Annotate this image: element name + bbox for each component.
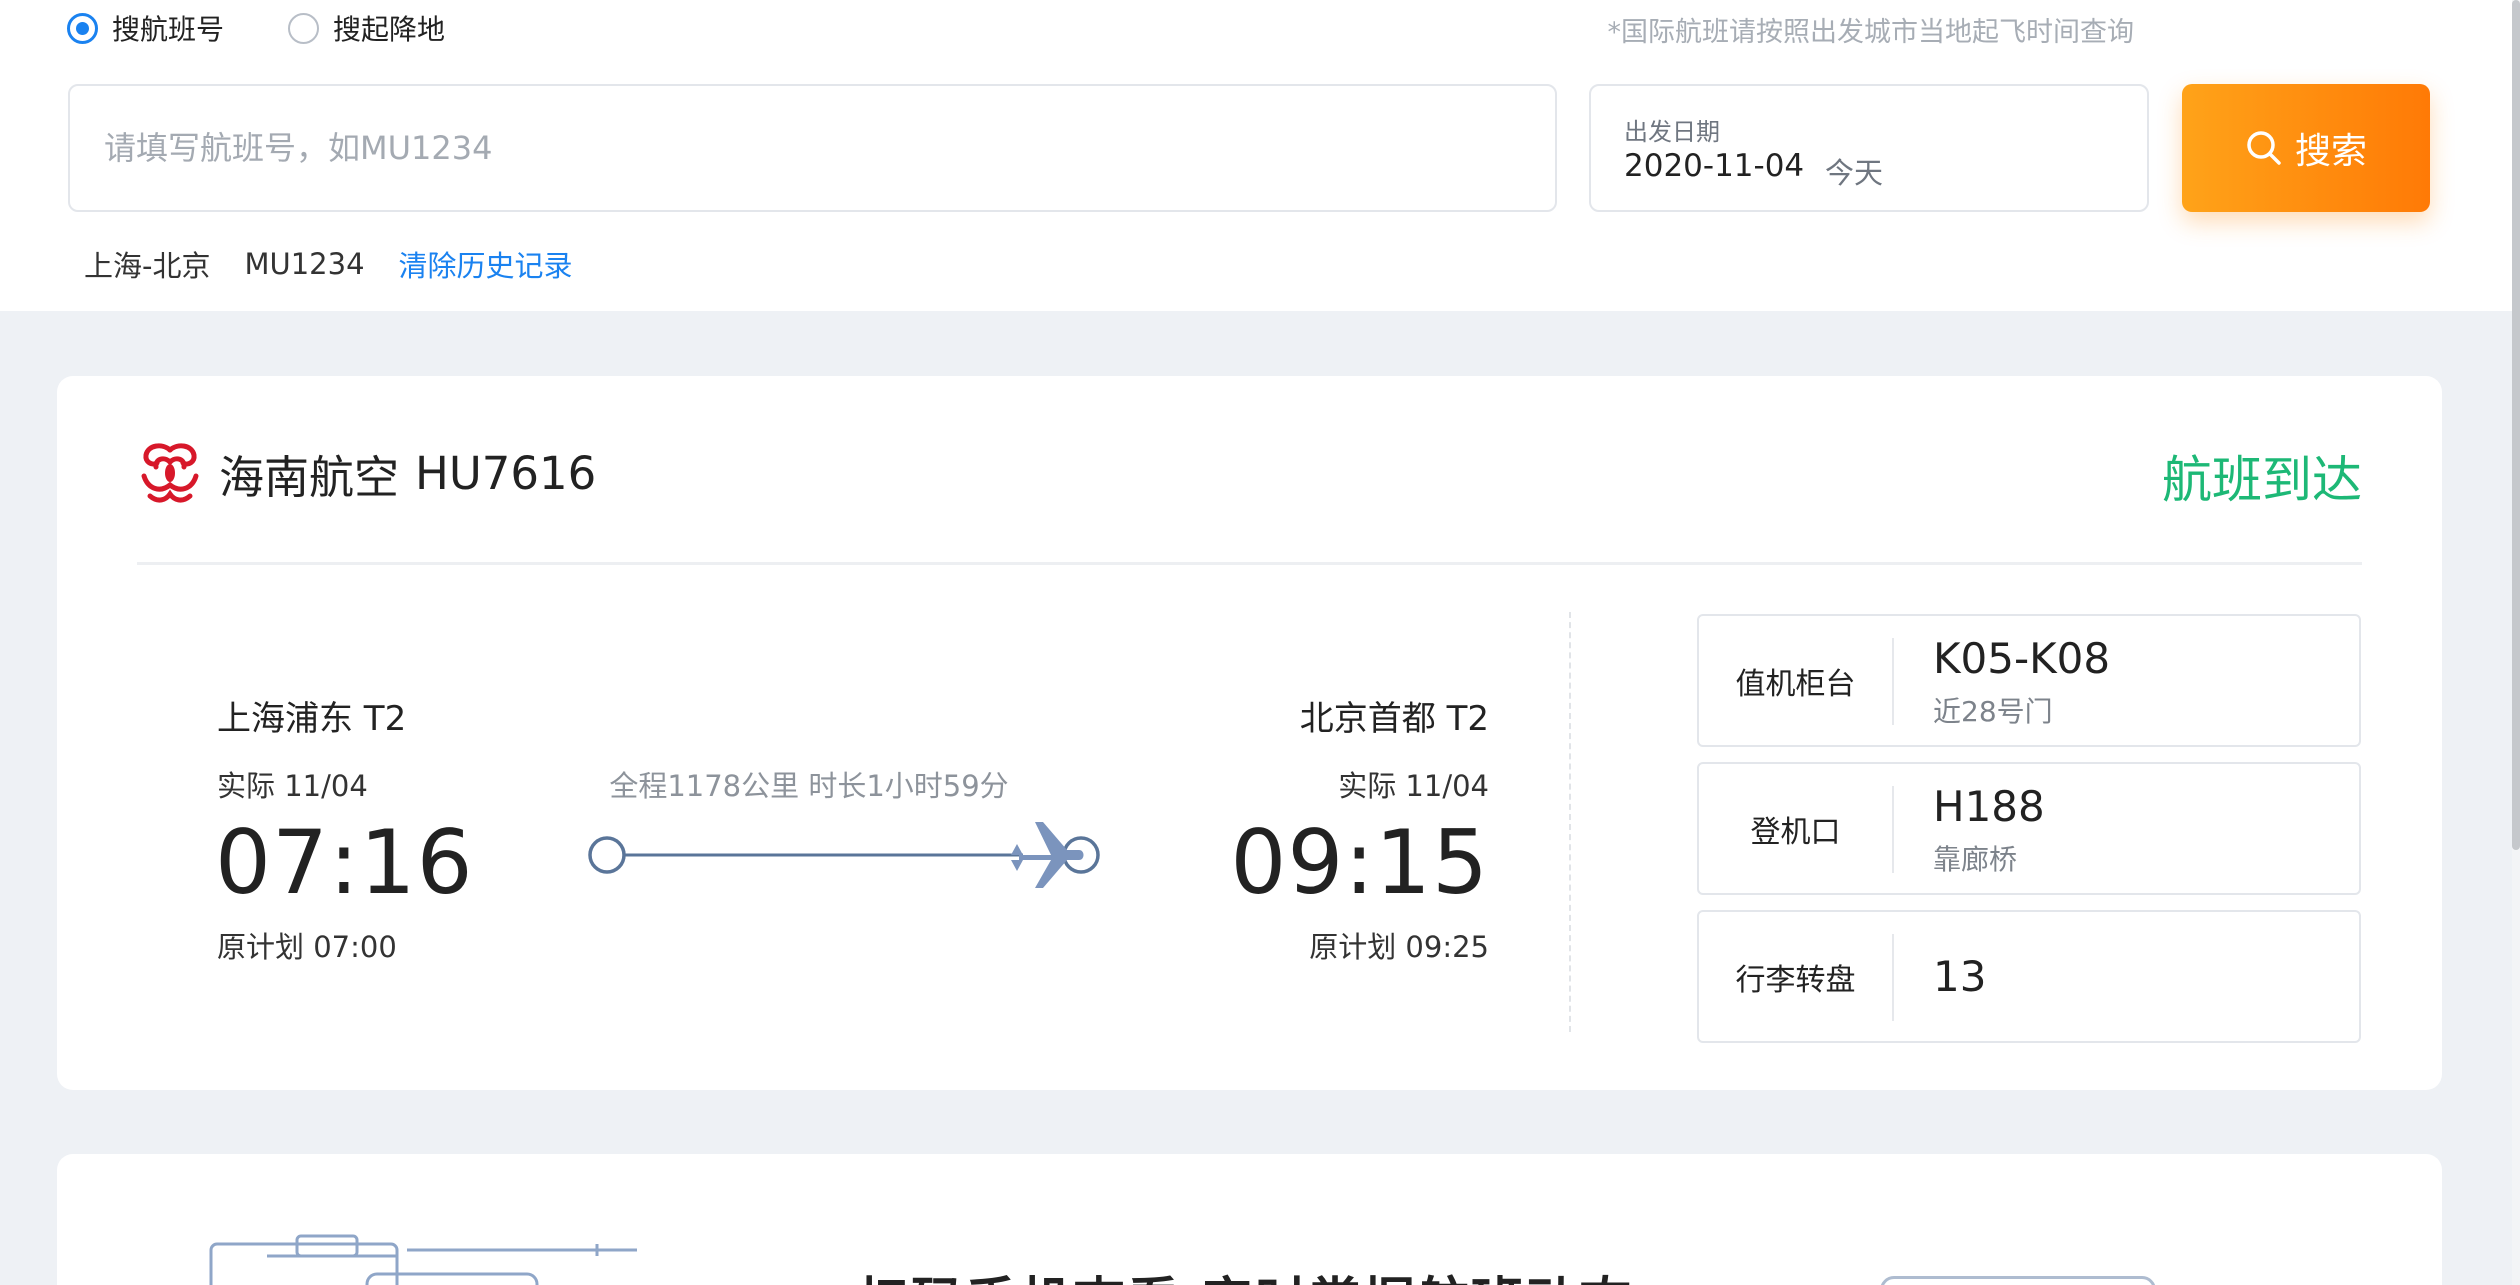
date-label: 出发日期 bbox=[1624, 118, 1720, 146]
checkin-counter-value: K05-K08 bbox=[1933, 634, 2111, 683]
boarding-gate-value: H188 bbox=[1933, 782, 2045, 831]
date-value: 2020-11-04 bbox=[1624, 148, 1805, 184]
arrival-actual-label: 实际 11/04 bbox=[1338, 769, 1489, 803]
departure-airport: 上海浦东 T2 bbox=[217, 699, 407, 739]
international-flight-note: *国际航班请按照出发城市当地起飞时间查询 bbox=[1607, 17, 2135, 48]
flight-header: 海南航空 HU7616 bbox=[137, 438, 596, 508]
search-button-label: 搜索 bbox=[2294, 130, 2367, 171]
arrival-time: 09:15 bbox=[1230, 811, 1489, 914]
departure-actual-label: 实际 11/04 bbox=[217, 769, 368, 803]
page-scrollbar[interactable] bbox=[2512, 0, 2520, 1285]
baggage-carousel-box: 行李转盘 13 bbox=[1697, 910, 2361, 1043]
scrollbar-thumb[interactable] bbox=[2512, 0, 2520, 850]
section-divider bbox=[1569, 612, 1571, 1032]
clear-history-link[interactable]: 清除历史记录 bbox=[399, 243, 573, 285]
info-separator bbox=[1892, 786, 1894, 873]
info-separator bbox=[1892, 638, 1894, 725]
history-item[interactable]: MU1234 bbox=[244, 247, 364, 281]
promo-title: 扫码手机查看 实时掌握航班动态 bbox=[857, 1260, 1633, 1285]
boarding-gate-note: 靠廊桥 bbox=[1933, 843, 2018, 876]
arrival-planned-time: 原计划 09:25 bbox=[1309, 930, 1489, 964]
date-relative-label: 今天 bbox=[1825, 156, 1884, 190]
mode-label: 搜起降地 bbox=[333, 13, 446, 46]
flight-status-card: 海南航空 HU7616 航班到达 上海浦东 T2 实际 11/04 07:16 … bbox=[57, 376, 2442, 1090]
flight-number: HU7616 bbox=[415, 446, 597, 500]
header-divider bbox=[137, 562, 2362, 565]
departure-time: 07:16 bbox=[215, 811, 474, 914]
mode-by-route[interactable]: 搜起降地 bbox=[288, 8, 445, 48]
flight-status-badge: 航班到达 bbox=[2162, 451, 2362, 509]
baggage-carousel-label: 行李转盘 bbox=[1735, 962, 1856, 998]
checkin-counter-label: 值机柜台 bbox=[1735, 666, 1856, 702]
arrival-airport: 北京首都 T2 bbox=[1299, 699, 1489, 739]
flight-number-field[interactable] bbox=[68, 84, 1557, 212]
checkin-counter-note: 近28号门 bbox=[1933, 695, 2053, 728]
search-panel: 搜航班号 搜起降地 *国际航班请按照出发城市当地起飞时间查询 出发日期 2020… bbox=[0, 0, 2512, 311]
app-promo-card: 扫码手机查看 实时掌握航班动态 bbox=[57, 1154, 2442, 1285]
flight-number-input[interactable] bbox=[70, 86, 1555, 210]
qr-code-frame bbox=[1880, 1276, 2156, 1285]
baggage-carousel-value: 13 bbox=[1933, 952, 1987, 1001]
radio-unchecked-icon[interactable] bbox=[288, 12, 320, 44]
search-button[interactable]: 搜索 bbox=[2182, 84, 2430, 212]
hainan-airlines-logo-icon bbox=[141, 443, 199, 503]
airplane-icon bbox=[1011, 822, 1084, 888]
radio-checked-icon[interactable] bbox=[67, 12, 98, 44]
route-summary: 全程1178公里 时长1小时59分 bbox=[609, 769, 1009, 803]
search-mode-group: 搜航班号 搜起降地 bbox=[67, 10, 509, 46]
checkin-counter-box: 值机柜台 K05-K08 近28号门 bbox=[1697, 614, 2361, 747]
search-history: 上海-北京 MU1234 清除历史记录 bbox=[84, 244, 573, 284]
phone-illustration-icon bbox=[209, 1234, 637, 1285]
airline-name: 海南航空 bbox=[219, 450, 400, 504]
departure-date-picker[interactable]: 出发日期 2020-11-04 今天 bbox=[1589, 84, 2149, 212]
departure-planned-time: 原计划 07:00 bbox=[217, 930, 397, 964]
mode-by-flight-number[interactable]: 搜航班号 bbox=[67, 8, 224, 48]
history-item[interactable]: 上海-北京 bbox=[84, 243, 210, 285]
info-separator bbox=[1892, 934, 1894, 1021]
boarding-gate-label: 登机口 bbox=[1750, 814, 1841, 850]
flight-route-line bbox=[588, 822, 1100, 888]
boarding-gate-box: 登机口 H188 靠廊桥 bbox=[1697, 762, 2361, 895]
route-origin-dot-icon bbox=[588, 836, 626, 874]
mode-label: 搜航班号 bbox=[112, 13, 225, 46]
search-icon bbox=[2247, 131, 2281, 165]
